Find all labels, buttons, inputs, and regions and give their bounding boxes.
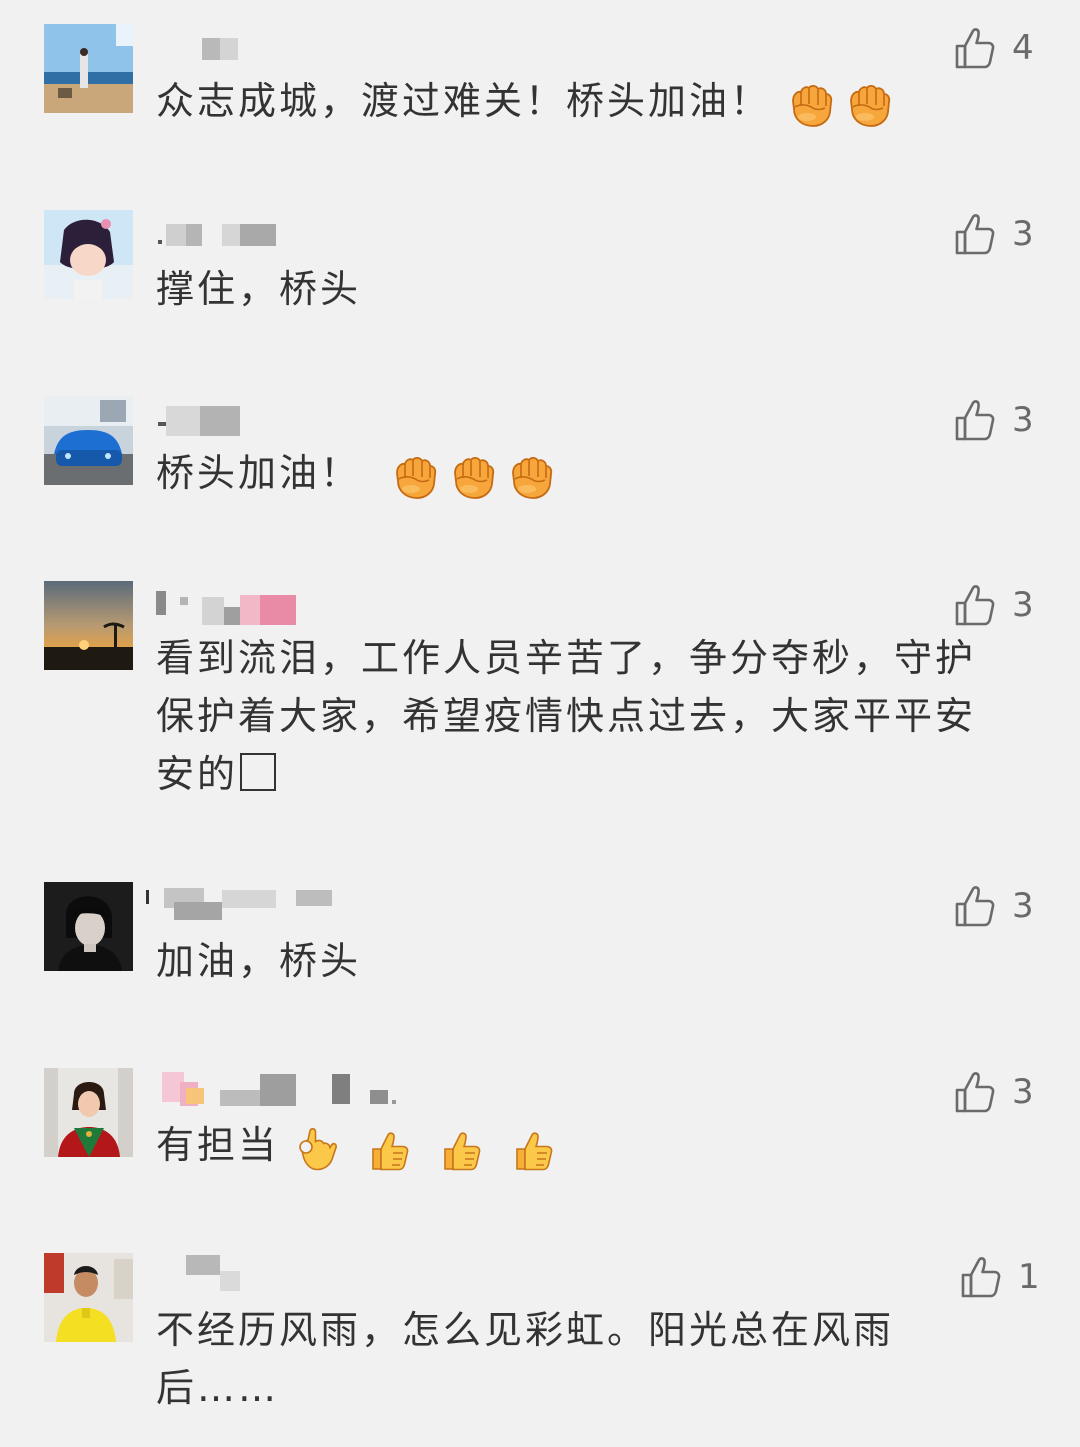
thumbs-up-emoji-icon	[363, 1125, 413, 1175]
thumbs-up-outline-icon	[960, 1255, 1002, 1299]
raised-fist-emoji-icon	[389, 453, 439, 503]
ok-hand-emoji-icon	[291, 1125, 341, 1175]
raised-fist-emoji-icon	[785, 81, 835, 131]
avatar[interactable]	[44, 1068, 133, 1157]
like-count: 3	[1012, 585, 1034, 625]
like-count: 3	[1012, 400, 1034, 440]
avatar[interactable]	[44, 882, 133, 971]
comment-text: 有担当	[156, 1116, 1036, 1177]
like-button[interactable]: 3	[954, 1068, 1034, 1116]
like-button[interactable]: 3	[954, 396, 1034, 444]
thumbs-up-outline-icon	[954, 1070, 996, 1114]
avatar[interactable]	[44, 581, 133, 670]
raised-fist-emoji-icon	[447, 453, 497, 503]
comment-text: 加油，桥头	[156, 939, 362, 983]
comment-text: 桥头加油！	[156, 444, 1036, 505]
like-count: 3	[1012, 214, 1034, 254]
comment-text: 撑住，桥头	[156, 267, 362, 311]
thumbs-up-outline-icon	[954, 884, 996, 928]
avatar[interactable]	[44, 1253, 133, 1342]
like-count: 3	[1012, 1072, 1034, 1112]
like-button[interactable]: 3	[954, 882, 1034, 930]
like-button[interactable]: 3	[954, 581, 1034, 629]
comment-text: 众志成城，渡过难关！桥头加油！	[156, 72, 1036, 133]
thumbs-up-emoji-icon	[507, 1125, 557, 1175]
like-count: 3	[1012, 886, 1034, 926]
avatar[interactable]	[44, 24, 133, 113]
missing-glyph-box-icon	[240, 753, 277, 791]
comment-text: 看到流泪，工作人员辛苦了，争分夺秒，守护 保护着大家，希望疫情快点过去，大家平平…	[156, 636, 977, 796]
thumbs-up-outline-icon	[954, 398, 996, 442]
like-button[interactable]: 3	[954, 210, 1034, 258]
thumbs-up-outline-icon	[954, 26, 996, 70]
avatar[interactable]	[44, 396, 133, 485]
avatar[interactable]	[44, 210, 133, 299]
raised-fist-emoji-icon	[843, 81, 893, 131]
like-count: 1	[1018, 1257, 1040, 1297]
thumbs-up-outline-icon	[954, 212, 996, 256]
thumbs-up-outline-icon	[954, 583, 996, 627]
like-count: 4	[1012, 28, 1034, 68]
like-button[interactable]: 4	[954, 24, 1034, 72]
thumbs-up-emoji-icon	[435, 1125, 485, 1175]
like-button[interactable]: 1	[960, 1253, 1040, 1301]
raised-fist-emoji-icon	[505, 453, 555, 503]
comment-text: 不经历风雨，怎么见彩虹。阳光总在风雨 后……	[156, 1308, 895, 1410]
